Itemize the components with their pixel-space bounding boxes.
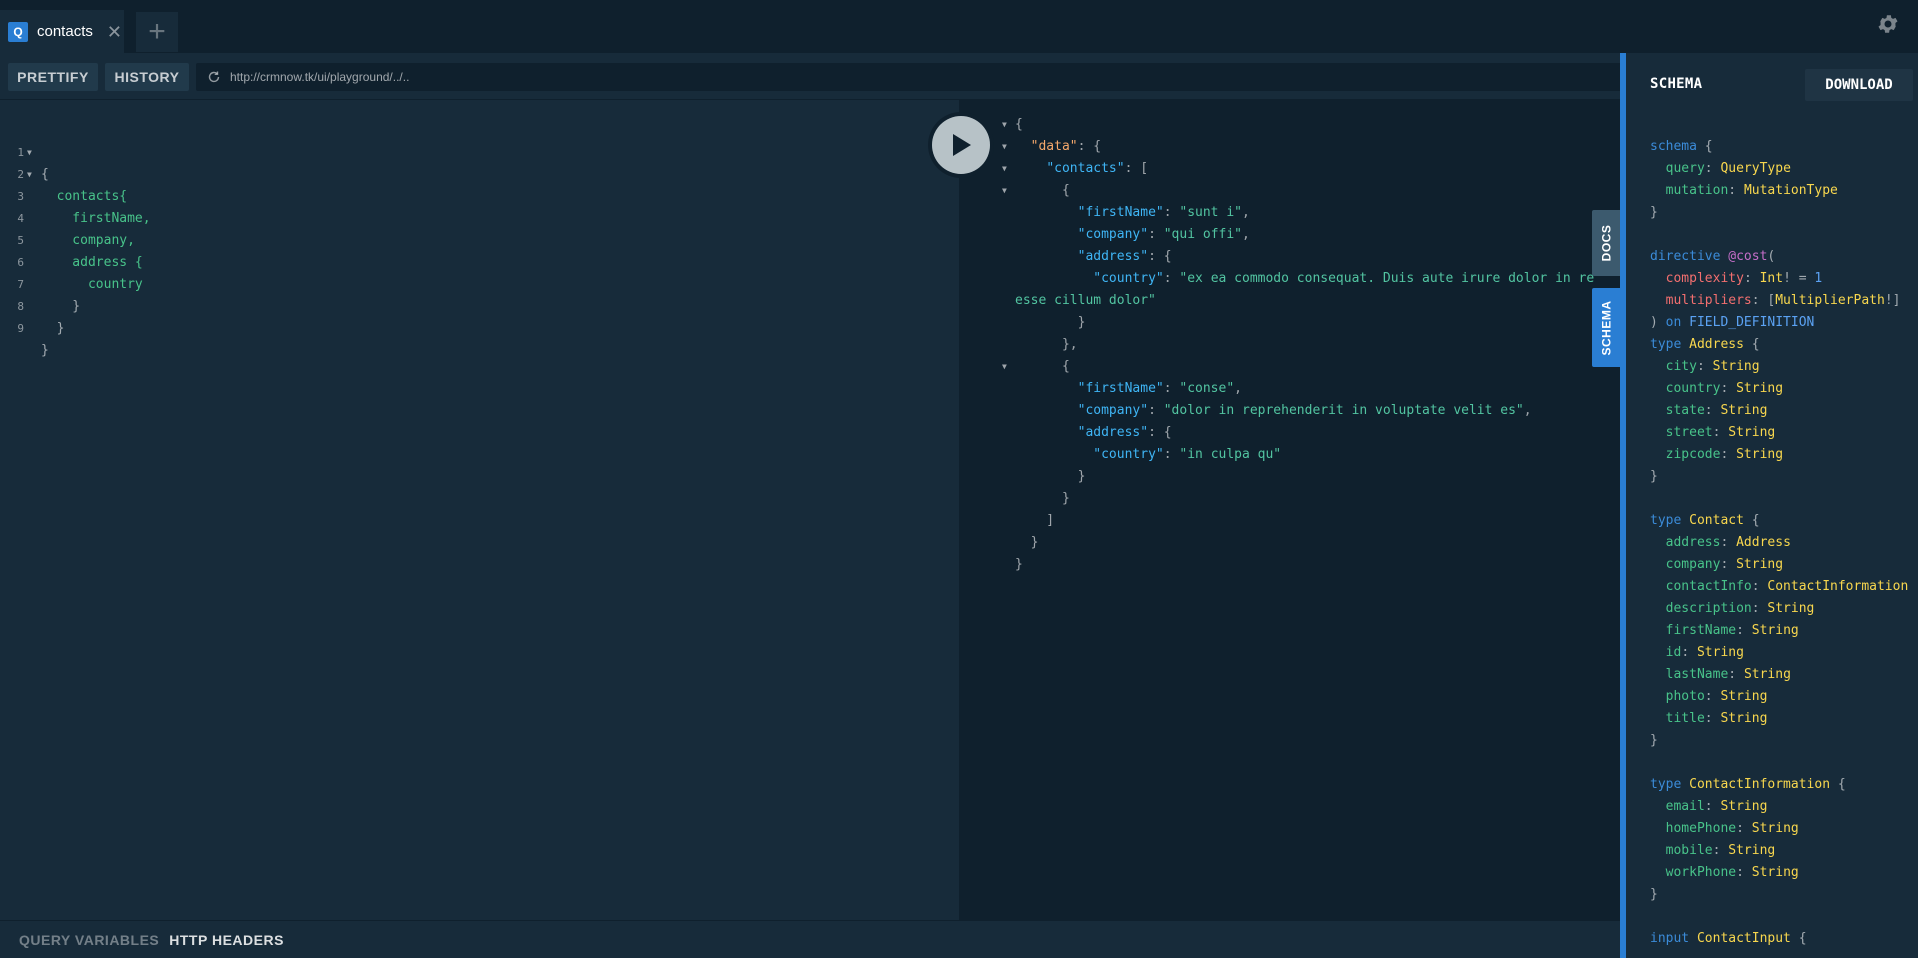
editor-line: 2 ▼ contacts{ [0, 142, 127, 204]
fold-icon: ▼ [1002, 362, 1007, 371]
history-button[interactable]: HISTORY [105, 63, 189, 91]
tab-label: contacts [37, 23, 93, 40]
fold-icon: ▼ [1002, 120, 1007, 129]
schema-panel: SCHEMA DOWNLOAD schema { query: QueryTyp… [1620, 53, 1918, 958]
tab-contacts[interactable]: Q contacts ✕ [0, 10, 124, 53]
endpoint-url-input[interactable]: http://crmnow.tk/ui/playground/../.. [196, 63, 1620, 91]
editor-line: 5 address { [17, 234, 143, 270]
add-tab-button[interactable]: + [136, 12, 178, 52]
editor-line: 6 country [17, 256, 143, 292]
editor-line: 8 } [17, 300, 65, 336]
endpoint-url: http://crmnow.tk/ui/playground/../.. [230, 70, 410, 84]
query-badge: Q [8, 21, 28, 42]
bottom-bar: QUERY VARIABLES HTTP HEADERS [0, 920, 1620, 958]
toolbar: PRETTIFY HISTORY http://crmnow.tk/ui/pla… [0, 53, 1620, 100]
tab-bar: Q contacts ✕ + [0, 0, 1918, 53]
close-icon[interactable]: ✕ [107, 23, 122, 41]
editor-line: 3 firstName, [17, 190, 151, 226]
editor-line: 7 } [17, 278, 81, 314]
reload-icon[interactable] [206, 69, 222, 85]
result-viewer[interactable]: ▼{ ▼ "data": { ▼ "contacts": [ ▼ { "firs… [959, 100, 1620, 920]
download-button[interactable]: DOWNLOAD [1805, 69, 1913, 101]
http-headers-tab[interactable]: HTTP HEADERS [169, 932, 284, 948]
editor-line: 4 company, [17, 212, 135, 248]
fold-icon: ▼ [1002, 142, 1007, 151]
schema-title: SCHEMA [1650, 76, 1703, 92]
query-editor[interactable]: 1 ▼ { 2 ▼ contacts{ 3 firstName, 4 company… [0, 100, 959, 920]
gear-icon[interactable] [1876, 12, 1900, 36]
fold-icon: ▼ [1002, 186, 1007, 195]
play-icon [953, 134, 971, 156]
editor-line: 9 } [17, 322, 49, 358]
editor-line: 1 ▼ { [0, 120, 48, 182]
schema-tab[interactable]: SCHEMA [1592, 288, 1620, 367]
execute-query-button[interactable] [928, 112, 994, 178]
fold-icon: ▼ [1002, 164, 1007, 173]
prettify-button[interactable]: PRETTIFY [8, 63, 98, 91]
docs-tab[interactable]: DOCS [1592, 210, 1620, 276]
query-variables-tab[interactable]: QUERY VARIABLES [19, 932, 159, 948]
